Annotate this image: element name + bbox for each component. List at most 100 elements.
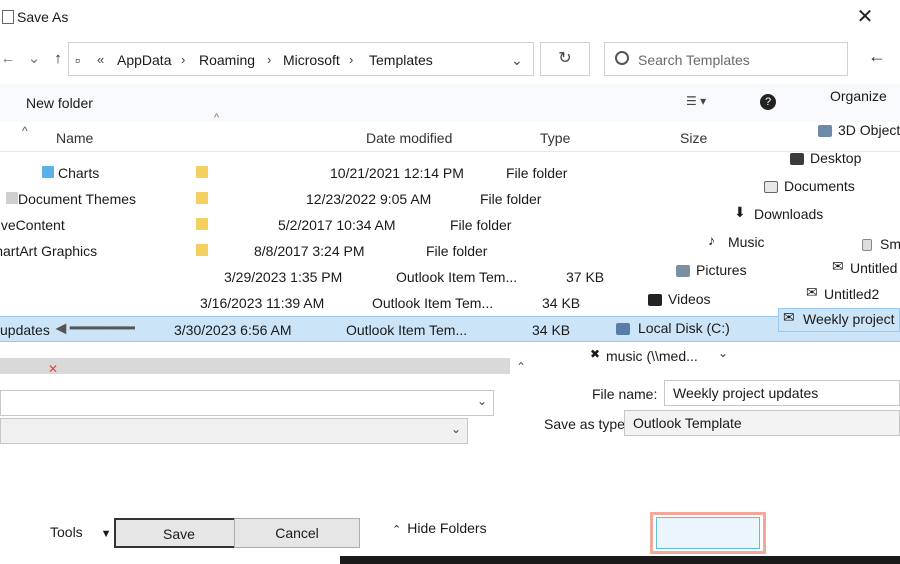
search-input[interactable]: Search Templates	[638, 52, 750, 68]
folder-icon	[196, 192, 208, 204]
save-button[interactable]: Save	[114, 518, 244, 548]
file-name: Document Themes	[18, 191, 137, 207]
column-date-modified[interactable]: Date modified	[366, 130, 452, 146]
chevron-up-icon: ⌃	[392, 524, 402, 536]
close-button[interactable]: ✕	[852, 6, 878, 28]
file-date: 3/29/2023 1:35 PM	[224, 269, 343, 285]
arrow-left-icon: ◄━━━━━━	[52, 318, 135, 338]
horizontal-scrollbar[interactable]	[0, 358, 510, 374]
breadcrumb-roaming[interactable]: Roaming	[199, 52, 255, 68]
sidebar-label: Downloads	[754, 206, 824, 222]
back-button[interactable]: ←	[0, 50, 16, 68]
chevron-right-icon: ›	[267, 52, 272, 67]
highlighted-button[interactable]	[656, 517, 760, 549]
file-size: 37 KB	[566, 269, 605, 285]
recent-locations-button[interactable]: ⌄	[26, 50, 42, 68]
status-bar	[340, 556, 900, 564]
file-row-selected[interactable]: updates ◄━━━━━━ 3/30/2023 6:56 AM Outloo…	[0, 316, 900, 342]
cancel-button[interactable]: Cancel	[234, 518, 360, 548]
sidebar-label: music (\\med...	[606, 348, 698, 364]
save-as-type-label: Save as type:	[544, 416, 629, 432]
breadcrumb-appdata[interactable]: AppData	[117, 52, 171, 68]
left-type-field[interactable]: ⌄	[0, 418, 468, 444]
sidebar-label: Desktop	[810, 150, 862, 166]
chevron-right-icon: ›	[181, 52, 186, 67]
hide-folders-label: Hide Folders	[407, 520, 487, 536]
file-name: updates	[0, 322, 50, 338]
column-header-row: Name Date modified Type Size	[0, 124, 900, 152]
tools-label: Tools	[50, 524, 83, 540]
up-button[interactable]: ↑	[50, 50, 66, 68]
item-label: Untitled2	[824, 286, 880, 302]
list-item-selected[interactable]: ✉ Weekly project	[778, 308, 900, 332]
file-name: LiveContent	[0, 217, 65, 233]
video-icon	[648, 294, 662, 306]
organize-button[interactable]: Organize	[830, 88, 887, 104]
file-type: File folder	[480, 191, 542, 207]
file-name-input[interactable]: Weekly project updates	[664, 380, 900, 406]
search-box[interactable]: Search Templates	[604, 42, 848, 76]
folder-icon	[196, 218, 208, 230]
file-name: Charts	[58, 165, 100, 181]
document-icon	[764, 181, 778, 193]
file-type: Outlook Item Tem...	[372, 295, 494, 311]
folder-icon	[42, 166, 54, 178]
help-icon[interactable]: ?	[760, 94, 776, 110]
file-date: 8/8/2017 3:24 PM	[254, 243, 365, 259]
file-size: 34 KB	[532, 322, 571, 338]
mail-icon: ✉	[783, 309, 795, 325]
file-name-value: Weekly project updates	[673, 385, 819, 401]
desktop-icon	[790, 153, 804, 165]
hide-folders-button[interactable]: ⌃ Hide Folders	[392, 520, 487, 536]
chevron-down-icon: ⌄	[450, 422, 461, 436]
address-bar[interactable]: ▫ « AppData › Roaming › Microsoft › Temp…	[68, 42, 534, 76]
sidebar-label: Pictures	[696, 262, 747, 278]
chevron-up-icon[interactable]: ⌃	[516, 360, 526, 374]
chevron-down-icon: ▼	[100, 528, 112, 540]
mail-icon: ✉	[832, 258, 844, 274]
search-icon	[615, 51, 629, 65]
file-name: SmartArt Graphics	[0, 243, 98, 259]
network-drive-icon: ✖	[590, 347, 601, 361]
title-bar	[0, 0, 900, 36]
folder-icon: ▫	[75, 52, 80, 68]
chevron-down-icon[interactable]: ⌄	[511, 52, 523, 69]
file-row[interactable]: 3/29/2023 1:35 PM Outlook Item Tem... 37…	[0, 264, 900, 290]
breadcrumb-templates[interactable]: Templates	[369, 52, 433, 68]
new-folder-button[interactable]: New folder	[26, 95, 93, 111]
item-label: Untitled	[850, 260, 898, 276]
drive-icon	[616, 323, 630, 335]
sidebar-label: Local Disk (C:)	[638, 320, 730, 336]
column-name[interactable]: Name	[56, 130, 93, 146]
left-filename-field[interactable]: ⌄	[0, 390, 494, 416]
file-row[interactable]: 3/16/2023 11:39 AM Outlook Item Tem... 3…	[0, 290, 900, 316]
tools-button[interactable]: Tools ▼	[50, 524, 111, 540]
breadcrumb-overflow[interactable]: «	[97, 52, 104, 67]
file-date: 3/30/2023 6:56 AM	[174, 322, 292, 338]
file-row[interactable]: SmartArt Graphics 8/8/2017 3:24 PM File …	[0, 238, 900, 264]
file-date: 12/23/2022 9:05 AM	[306, 191, 432, 207]
arrow-left-icon: ←	[868, 46, 886, 66]
sidebar-label: Music	[728, 234, 765, 250]
folder-icon	[196, 244, 208, 256]
sidebar-label: Documents	[784, 178, 855, 194]
item-label: Weekly project	[803, 311, 895, 327]
folder-icon	[6, 192, 18, 204]
save-as-type-select[interactable]: Outlook Template	[624, 410, 900, 436]
column-type[interactable]: Type	[540, 130, 570, 146]
folder-icon	[196, 166, 208, 178]
file-name-label: File name:	[592, 386, 658, 402]
file-icon	[862, 239, 872, 251]
collapse-icon[interactable]: ^	[22, 124, 28, 138]
save-as-type-value: Outlook Template	[633, 415, 742, 431]
sidebar-label: 3D Objects	[838, 122, 900, 138]
view-options-icon[interactable]: ☰ ▾	[686, 94, 726, 110]
breadcrumb-microsoft[interactable]: Microsoft	[283, 52, 340, 68]
refresh-button[interactable]: ↻	[540, 42, 590, 76]
column-size[interactable]: Size	[680, 130, 707, 146]
file-size: 34 KB	[542, 295, 581, 311]
file-date: 5/2/2017 10:34 AM	[278, 217, 396, 233]
error-icon: ✕	[48, 362, 59, 376]
file-type: File folder	[426, 243, 488, 259]
window-icon	[2, 10, 14, 24]
